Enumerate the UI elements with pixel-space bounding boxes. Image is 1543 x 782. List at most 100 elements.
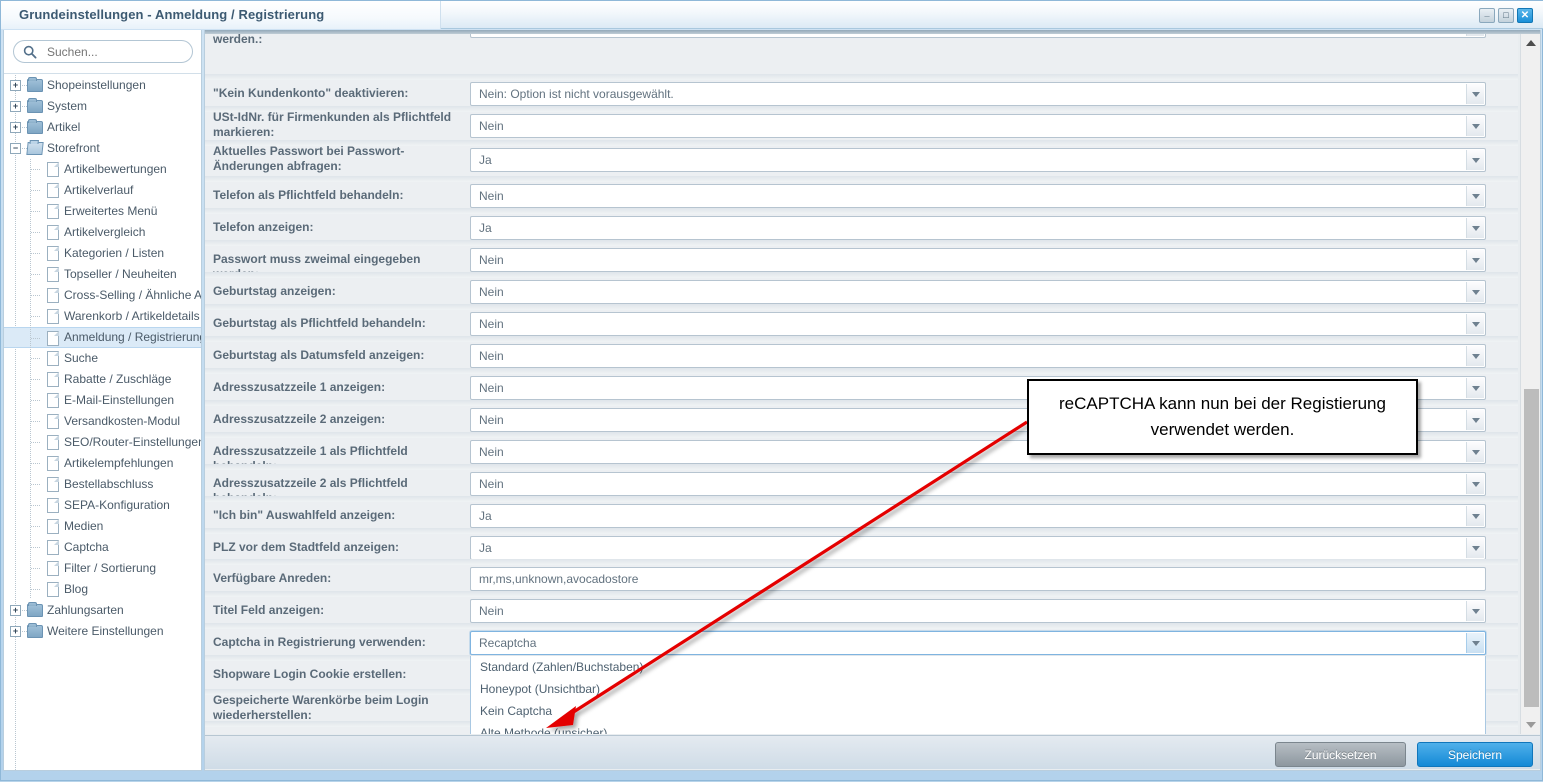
scroll-up-button[interactable]: [1521, 34, 1541, 52]
sidebar-item-suche[interactable]: Suche: [4, 348, 201, 369]
sidebar-item-warenkorb-artikeldetails[interactable]: Warenkorb / Artikeldetails: [4, 306, 201, 327]
form-control-verfugbare-anreden[interactable]: mr,ms,unknown,avocadostore: [470, 567, 1486, 591]
sidebar-item-kategorien-listen[interactable]: Kategorien / Listen: [4, 243, 201, 264]
tree-expander-expand[interactable]: +: [10, 626, 21, 637]
form-control-ust-idnr-fur-firmenkunden-als-pflichtfeld-mark[interactable]: Nein: [470, 114, 1486, 138]
sidebar-item-label: Medien: [64, 519, 104, 533]
vertical-scrollbar[interactable]: [1520, 34, 1540, 734]
chevron-down-icon[interactable]: [1466, 150, 1484, 170]
reset-button[interactable]: Zurücksetzen: [1275, 742, 1406, 767]
chevron-down-icon[interactable]: [1466, 282, 1484, 302]
form-control-geburtstag-als-pflichtfeld-behandeln[interactable]: Nein: [470, 312, 1486, 336]
dropdown-option-kein-captcha[interactable]: Kein Captcha: [471, 700, 1485, 722]
sidebar-item-system[interactable]: + System: [4, 96, 201, 117]
form-control-geburtstag-anzeigen[interactable]: Nein: [470, 280, 1486, 304]
sidebar-item-artikelvergleich[interactable]: Artikelvergleich: [4, 222, 201, 243]
form-control-kein-kundenkonto-deaktivieren[interactable]: Nein: Option ist nicht vorausgewählt.: [470, 82, 1486, 106]
chevron-down-icon[interactable]: [1466, 346, 1484, 366]
form-control-titel-feld-anzeigen[interactable]: Nein: [470, 599, 1486, 623]
form-control-plz-vor-dem-stadtfeld-anzeigen[interactable]: Ja: [470, 536, 1486, 560]
sidebar-item-shopeinstellungen[interactable]: + Shopeinstellungen: [4, 75, 201, 96]
dropdown-option-alte-methode-unsicher[interactable]: Alte Methode (unsicher): [471, 722, 1485, 734]
sidebar-item-erweitertes-men[interactable]: Erweitertes Menü: [4, 201, 201, 222]
minimize-button[interactable]: _: [1479, 8, 1495, 23]
annotation-callout: reCAPTCHA kann nun bei der Registierung …: [1027, 379, 1418, 455]
form-control-telefon-anzeigen[interactable]: Ja: [470, 216, 1486, 240]
chevron-down-icon[interactable]: [1466, 218, 1484, 238]
form-control-geburtstag-als-datumsfeld-anzeigen[interactable]: Nein: [470, 344, 1486, 368]
chevron-down-icon[interactable]: [1466, 474, 1484, 494]
chevron-down-icon[interactable]: [1466, 538, 1484, 558]
form-control-adresszusatzzeile-2-als-pflichtfeld-behandeln[interactable]: Nein: [470, 472, 1486, 496]
chevron-down-icon[interactable]: [1466, 34, 1484, 36]
chevron-down-icon[interactable]: [1466, 410, 1484, 430]
form-control-passwort-muss-zweimal-eingegeben-werden[interactable]: Nein: [470, 248, 1486, 272]
chevron-down-icon[interactable]: [1466, 116, 1484, 136]
sidebar-item-rabatte-zuschl-ge[interactable]: Rabatte / Zuschläge: [4, 369, 201, 390]
dropdown-option-honeypot-unsichtbar[interactable]: Honeypot (Unsichtbar): [471, 678, 1485, 700]
sidebar-item-medien[interactable]: Medien: [4, 516, 201, 537]
scroll-down-button[interactable]: [1521, 716, 1541, 734]
sidebar-item-sepa-konfiguration[interactable]: SEPA-Konfiguration: [4, 495, 201, 516]
sidebar-item-label: Zahlungsarten: [47, 603, 124, 617]
form-label-captcha-in-registrierung-verwenden: Captcha in Registrierung verwenden:: [213, 635, 426, 649]
chevron-down-icon[interactable]: [1466, 601, 1484, 621]
form-value-adresszusatzzeile-2-anzeigen: Nein: [479, 413, 504, 427]
sidebar-item-blog[interactable]: Blog: [4, 579, 201, 600]
tree-expander-expand[interactable]: +: [10, 605, 21, 616]
chevron-down-icon[interactable]: [1466, 84, 1484, 104]
sidebar-item-label: System: [47, 99, 88, 113]
close-button[interactable]: ✕: [1517, 8, 1533, 23]
maximize-button[interactable]: □: [1498, 8, 1514, 23]
form-control-clipped[interactable]: [470, 34, 1486, 38]
tree-expander-expand[interactable]: +: [10, 122, 21, 133]
form-control-aktuelles-passwort-bei-passwort-anderungen-abf[interactable]: Ja: [470, 148, 1486, 172]
file-icon: [47, 267, 59, 282]
form-control-telefon-als-pflichtfeld-behandeln[interactable]: Nein: [470, 184, 1486, 208]
sidebar-item-cross-selling-hnliche-art[interactable]: Cross-Selling / Ähnliche Art.: [4, 285, 201, 306]
form-value-verfugbare-anreden: mr,ms,unknown,avocadostore: [479, 572, 639, 586]
sidebar-item-e-mail-einstellungen[interactable]: E-Mail-Einstellungen: [4, 390, 201, 411]
captcha-dropdown-list[interactable]: Standard (Zahlen/Buchstaben) Honeypot (Un…: [470, 656, 1486, 734]
save-button[interactable]: Speichern: [1417, 742, 1533, 767]
sidebar-item-captcha[interactable]: Captcha: [4, 537, 201, 558]
scrollbar-thumb[interactable]: [1524, 389, 1539, 707]
form-value-geburtstag-anzeigen: Nein: [479, 285, 504, 299]
chevron-down-icon[interactable]: [1466, 250, 1484, 270]
sidebar-item-storefront[interactable]: − Storefront: [4, 138, 201, 159]
sidebar-item-label: Storefront: [47, 141, 100, 155]
chevron-down-icon[interactable]: [1466, 506, 1484, 526]
form-control-captcha-in-registrierung-verwenden[interactable]: Recaptcha: [470, 631, 1486, 655]
sidebar-item-artikelbewertungen[interactable]: Artikelbewertungen: [4, 159, 201, 180]
sidebar-item-label: Filter / Sortierung: [64, 561, 157, 575]
sidebar-item-label: Warenkorb / Artikeldetails: [64, 309, 200, 323]
chevron-down-icon[interactable]: [1466, 442, 1484, 462]
tree-guide: [31, 190, 41, 191]
sidebar-item-seo-router-einstellungen[interactable]: SEO/Router-Einstellungen: [4, 432, 201, 453]
search-input[interactable]: [45, 41, 188, 62]
tree-guide: [31, 421, 41, 422]
chevron-down-icon[interactable]: [1466, 378, 1484, 398]
chevron-down-icon[interactable]: [1466, 633, 1484, 653]
sidebar-item-topseller-neuheiten[interactable]: Topseller / Neuheiten: [4, 264, 201, 285]
sidebar-item-anmeldung-registrierung[interactable]: Anmeldung / Registrierung: [4, 327, 201, 348]
search-box[interactable]: [13, 40, 193, 63]
form-control-ich-bin-auswahlfeld-anzeigen[interactable]: Ja: [470, 504, 1486, 528]
sidebar-item-artikelempfehlungen[interactable]: Artikelempfehlungen: [4, 453, 201, 474]
sidebar-item-weitere-einstellungen[interactable]: + Weitere Einstellungen: [4, 621, 201, 642]
sidebar-item-bestellabschluss[interactable]: Bestellabschluss: [4, 474, 201, 495]
form-value-geburtstag-als-pflichtfeld-behandeln: Nein: [479, 317, 504, 331]
chevron-down-icon[interactable]: [1466, 314, 1484, 334]
tree-guide: [31, 463, 41, 464]
tree-expander-expand[interactable]: +: [10, 80, 21, 91]
tree-expander-collapse[interactable]: −: [10, 143, 21, 154]
sidebar-item-versandkosten-modul[interactable]: Versandkosten-Modul: [4, 411, 201, 432]
sidebar-item-artikelverlauf[interactable]: Artikelverlauf: [4, 180, 201, 201]
tree-expander-expand[interactable]: +: [10, 101, 21, 112]
sidebar-item-filter-sortierung[interactable]: Filter / Sortierung: [4, 558, 201, 579]
sidebar-item-label: Versandkosten-Modul: [64, 414, 181, 428]
sidebar-item-artikel[interactable]: + Artikel: [4, 117, 201, 138]
chevron-down-icon[interactable]: [1466, 186, 1484, 206]
dropdown-option-standard-zahlen-buchstaben[interactable]: Standard (Zahlen/Buchstaben): [471, 656, 1485, 678]
sidebar-item-zahlungsarten[interactable]: + Zahlungsarten: [4, 600, 201, 621]
